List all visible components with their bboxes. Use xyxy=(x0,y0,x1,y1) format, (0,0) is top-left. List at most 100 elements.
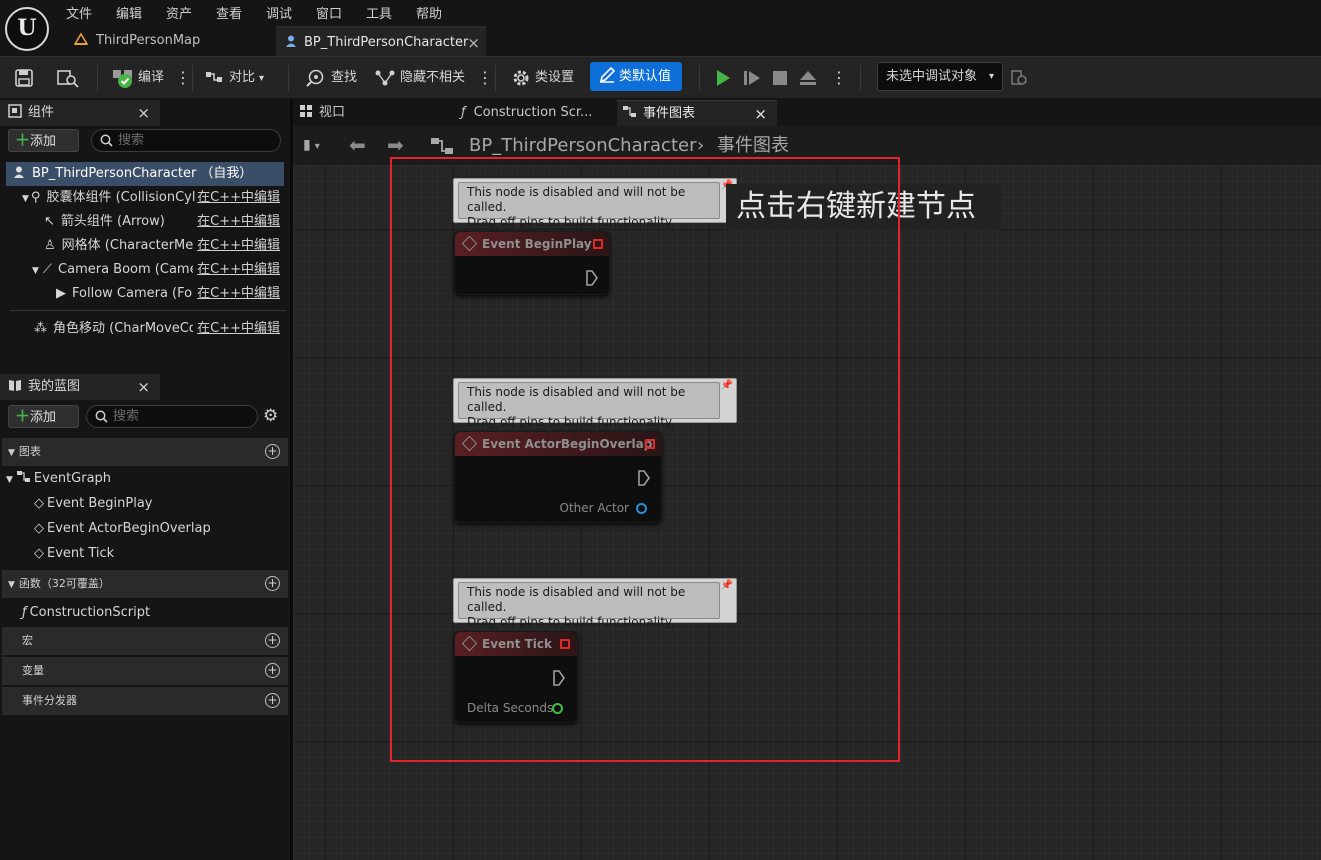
find-button[interactable]: 查找 xyxy=(305,57,357,99)
class-defaults-label: 类默认值 xyxy=(619,69,672,84)
component-row-follow-camera[interactable]: ▶ Follow Camera (FollowCamera) 在C++中编辑 xyxy=(56,282,284,306)
menu-file[interactable]: 文件 xyxy=(66,3,92,22)
add-label: 添加 xyxy=(30,134,57,149)
section-label: 事件分发器 xyxy=(22,694,77,707)
component-row-camera-boom[interactable]: ▼ ⟋ Camera Boom (CameraBoom) 在C++中编辑 xyxy=(32,258,284,282)
title-bar: U 文件 编辑 资产 查看 调试 窗口 工具 帮助 ThirdPersonMap… xyxy=(0,0,1321,56)
component-row-collision-cylinder[interactable]: ▼ ⚲ 胶囊体组件 (CollisionCylinder) 在C++中编辑 xyxy=(22,186,284,210)
section-label: 变量 xyxy=(22,664,44,677)
menu-help[interactable]: 帮助 xyxy=(416,3,442,22)
back-arrow-icon[interactable]: ⬅ xyxy=(349,126,366,165)
components-title: 组件 xyxy=(28,105,55,120)
unreal-logo-icon[interactable]: U xyxy=(5,7,49,51)
diff-button[interactable]: 对比 ▾ xyxy=(205,57,264,99)
class-defaults-button[interactable]: 类默认值 xyxy=(590,62,682,91)
event-row-actorbeginoverlap[interactable]: ◇ Event ActorBeginOverlap xyxy=(34,516,211,541)
add-dispatcher-icon[interactable]: + xyxy=(265,693,280,708)
section-label: 函数（32可覆盖） xyxy=(18,577,110,590)
menu-debug[interactable]: 调试 xyxy=(266,3,292,22)
blueprint-character-icon xyxy=(286,35,296,47)
section-macros[interactable]: 宏 + xyxy=(2,627,288,655)
edit-in-cpp-link[interactable]: 在C++中编辑 xyxy=(193,234,280,258)
browse-icon[interactable] xyxy=(56,57,80,99)
class-settings-button[interactable]: 类设置 xyxy=(511,57,574,99)
toolbar-divider xyxy=(495,65,496,91)
event-graph-label: EventGraph xyxy=(33,471,112,486)
section-label: 宏 xyxy=(22,634,33,647)
add-macro-icon[interactable]: + xyxy=(265,633,280,648)
menu-asset[interactable]: 资产 xyxy=(166,3,192,22)
hide-options-icon[interactable]: ⋮ xyxy=(477,57,493,99)
close-icon[interactable]: × xyxy=(137,374,150,400)
tab-event-graph[interactable]: 事件图表 × xyxy=(617,100,777,126)
add-component-button[interactable]: ＋添加 xyxy=(8,129,79,152)
tab-viewport[interactable]: 视口 xyxy=(297,100,447,126)
edit-in-cpp-link[interactable]: 在C++中编辑 xyxy=(193,210,280,234)
edit-in-cpp-link[interactable]: 在C++中编辑 xyxy=(193,282,280,306)
debug-filter-icon[interactable] xyxy=(1010,57,1028,99)
close-icon[interactable]: × xyxy=(467,28,480,58)
toolbar-divider xyxy=(860,65,861,91)
save-icon[interactable] xyxy=(14,57,34,99)
stop-icon[interactable] xyxy=(772,57,788,99)
bookmark-icon[interactable]: ▮ ▾ xyxy=(303,126,320,166)
component-row-mesh[interactable]: ♙ 网格体 (CharacterMesh0) 在C++中编辑 xyxy=(44,234,284,258)
menu-edit[interactable]: 编辑 xyxy=(116,3,142,22)
tab-thirdpersonmap[interactable]: ThirdPersonMap xyxy=(70,26,270,56)
hide-unrelated-button[interactable]: 隐藏不相关 xyxy=(374,57,465,99)
event-label: Event Tick xyxy=(47,546,115,561)
section-functions[interactable]: ▼ 函数（32可覆盖） + xyxy=(2,570,288,598)
tab-bp-thirdpersoncharacter[interactable]: BP_ThirdPersonCharacter × xyxy=(276,26,486,56)
menu-window[interactable]: 窗口 xyxy=(316,3,342,22)
add-variable-icon[interactable]: + xyxy=(265,663,280,678)
toolbar-divider xyxy=(288,65,289,91)
expand-arrow-icon[interactable]: ▼ xyxy=(6,475,13,485)
close-icon[interactable]: × xyxy=(137,100,150,126)
components-panel-tab[interactable]: 组件 × xyxy=(0,100,160,126)
compile-options-icon[interactable]: ⋮ xyxy=(175,57,191,99)
search-icon xyxy=(306,69,324,87)
add-function-icon[interactable]: + xyxy=(265,576,280,591)
my-blueprint-panel-tab[interactable]: 我的蓝图 × xyxy=(0,374,160,400)
edit-in-cpp-link[interactable]: 在C++中编辑 xyxy=(195,186,280,210)
tab-construction-script[interactable]: ƒ Construction Scr... xyxy=(461,100,611,126)
step-icon[interactable] xyxy=(743,57,761,99)
section-variables[interactable]: 变量 + xyxy=(2,657,288,685)
component-root-row[interactable]: BP_ThirdPersonCharacter （自我） xyxy=(6,162,284,186)
chevron-down-icon: ▾ xyxy=(259,73,265,84)
capsule-icon: ⚲ xyxy=(30,190,41,205)
class-settings-label: 类设置 xyxy=(535,70,575,85)
debug-object-select[interactable]: 未选中调试对象 ▾ xyxy=(877,62,1003,91)
event-graph-row[interactable]: ▼ EventGraph xyxy=(6,466,111,491)
eject-icon[interactable] xyxy=(799,57,817,99)
expand-arrow-icon[interactable]: ▼ xyxy=(32,266,39,276)
close-icon[interactable]: × xyxy=(754,101,767,127)
component-row-arrow[interactable]: ↖ 箭头组件 (Arrow) 在C++中编辑 xyxy=(44,210,284,234)
component-root-label: BP_ThirdPersonCharacter （自我） xyxy=(32,166,253,181)
play-icon[interactable] xyxy=(714,57,732,99)
components-search-input[interactable]: 搜索 xyxy=(91,129,281,152)
components-icon xyxy=(8,104,22,118)
compile-check-icon xyxy=(113,69,132,88)
construction-script-row[interactable]: ƒ ConstructionScript xyxy=(22,600,150,625)
event-row-beginplay[interactable]: ◇ Event BeginPlay xyxy=(34,491,153,516)
compile-button[interactable]: 编译 xyxy=(112,57,164,99)
add-blueprint-member-button[interactable]: ＋添加 xyxy=(8,405,79,428)
menu-view[interactable]: 查看 xyxy=(216,3,242,22)
gear-icon[interactable]: ⚙ xyxy=(263,406,278,426)
add-graph-icon[interactable]: + xyxy=(265,444,280,459)
section-graphs[interactable]: ▼ 图表 + xyxy=(2,438,288,466)
movement-icon: ⁂ xyxy=(34,321,47,336)
viewport-icon xyxy=(300,105,312,117)
event-label: Event ActorBeginOverlap xyxy=(47,521,211,536)
event-diamond-icon: ◇ xyxy=(34,521,44,536)
edit-in-cpp-link[interactable]: 在C++中编辑 xyxy=(193,258,280,282)
event-row-tick[interactable]: ◇ Event Tick xyxy=(34,541,114,566)
edit-in-cpp-link[interactable]: 在C++中编辑 xyxy=(193,317,280,341)
play-options-icon[interactable]: ⋮ xyxy=(831,57,847,99)
menu-tools[interactable]: 工具 xyxy=(366,3,392,22)
expand-arrow-icon[interactable]: ▼ xyxy=(22,194,29,204)
component-row-char-move[interactable]: ⁂ 角色移动 (CharMoveComp) 在C++中编辑 xyxy=(34,317,284,341)
section-event-dispatchers[interactable]: 事件分发器 + xyxy=(2,687,288,715)
my-blueprint-search-input[interactable]: 搜索 xyxy=(86,405,258,428)
